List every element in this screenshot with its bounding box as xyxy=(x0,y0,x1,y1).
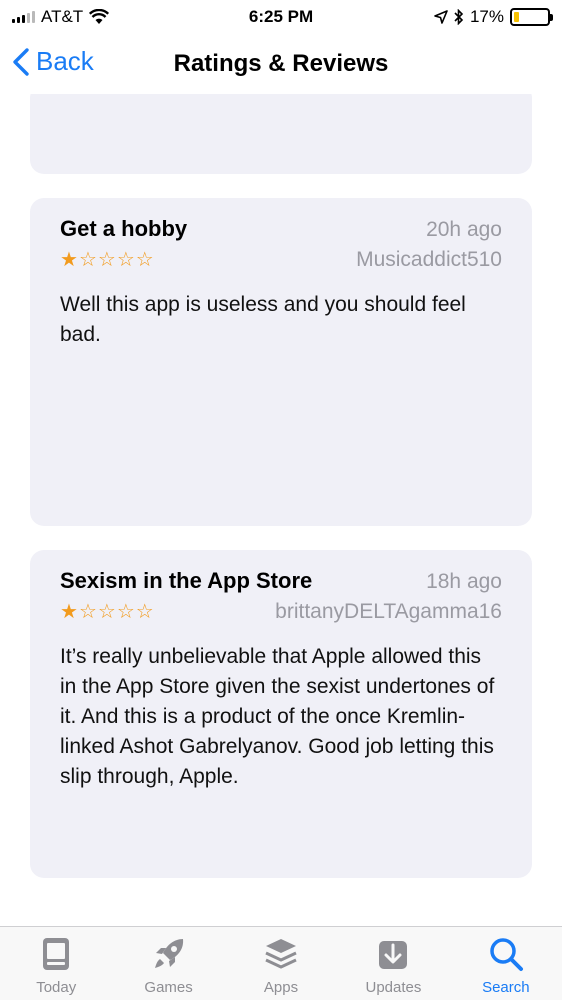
review-meta: ★ ☆ ☆ ☆ ☆ Musicaddict510 xyxy=(30,242,532,272)
signal-icon xyxy=(12,11,35,23)
star-empty-icon: ☆ xyxy=(135,249,154,271)
tab-label: Apps xyxy=(263,979,299,996)
status-right: 17% xyxy=(434,7,553,27)
tab-apps[interactable]: Apps xyxy=(225,927,337,1000)
review-header: Get a hobby 20h ago xyxy=(30,198,532,242)
tab-today[interactable]: Today xyxy=(0,927,112,1000)
review-date: 18h ago xyxy=(426,570,502,593)
review-title: Get a hobby xyxy=(60,216,188,241)
star-rating: ★ ☆ ☆ ☆ ☆ xyxy=(60,250,154,270)
star-empty-icon: ☆ xyxy=(135,601,154,623)
battery-percent: 17% xyxy=(469,7,504,26)
today-icon xyxy=(43,938,70,970)
back-label: Back xyxy=(36,46,94,76)
page-title: Ratings & Reviews xyxy=(173,50,389,77)
tab-label: Search xyxy=(482,979,530,996)
carrier-label: AT&T xyxy=(41,7,84,26)
status-left: AT&T xyxy=(12,7,110,27)
star-empty-icon: ☆ xyxy=(116,249,135,271)
tab-label: Today xyxy=(36,979,77,996)
review-meta: ★ ☆ ☆ ☆ ☆ brittanyDELTAgamma16 xyxy=(30,594,532,624)
review-title: Sexism in the App Store xyxy=(60,568,313,593)
tab-updates[interactable]: Updates xyxy=(337,927,449,1000)
reviews-list[interactable]: Get a hobby 20h ago ★ ☆ ☆ ☆ ☆ Musicaddict510… xyxy=(0,94,562,926)
status-bar: AT&T 6:25 PM 17% xyxy=(0,0,562,34)
nav-bar: Back Ratings & Reviews xyxy=(0,34,562,94)
battery-icon xyxy=(510,8,553,26)
review-body: It’s really unbelievable that Apple allo… xyxy=(60,645,495,788)
bluetooth-icon xyxy=(454,9,464,25)
download-icon xyxy=(379,941,408,969)
star-empty-icon: ☆ xyxy=(97,601,116,623)
star-empty-icon: ☆ xyxy=(78,601,97,623)
star-filled-icon: ★ xyxy=(60,601,78,623)
review-card[interactable]: Sexism in the App Store 18h ago ★ ☆ ☆ ☆ ☆ br… xyxy=(30,550,532,878)
location-arrow-icon xyxy=(434,10,448,24)
review-author: Musicaddict510 xyxy=(356,248,502,271)
review-body: Well this app is useless and you should … xyxy=(60,293,466,346)
back-button[interactable]: Back xyxy=(12,46,94,77)
chevron-left-icon xyxy=(13,47,29,76)
apps-stack-icon xyxy=(265,939,297,969)
star-rating: ★ ☆ ☆ ☆ ☆ xyxy=(60,602,154,622)
tab-label: Updates xyxy=(365,979,422,996)
review-author: brittanyDELTAgamma16 xyxy=(275,600,502,623)
tab-games[interactable]: Games xyxy=(112,927,224,1000)
rocket-icon xyxy=(154,939,183,968)
review-date: 20h ago xyxy=(426,218,502,241)
star-empty-icon: ☆ xyxy=(97,249,116,271)
battery-level xyxy=(514,12,520,22)
star-empty-icon: ☆ xyxy=(78,249,97,271)
star-filled-icon: ★ xyxy=(60,249,78,271)
tab-bar: Today Games Apps Updates Search xyxy=(0,926,562,1000)
review-header: Sexism in the App Store 18h ago xyxy=(30,550,532,594)
review-card[interactable]: Get a hobby 20h ago ★ ☆ ☆ ☆ ☆ Musicaddict510… xyxy=(30,198,532,526)
wifi-icon xyxy=(89,9,110,24)
search-icon xyxy=(490,938,523,971)
tab-search[interactable]: Search xyxy=(450,927,562,1000)
review-card-partial xyxy=(30,94,532,174)
star-empty-icon: ☆ xyxy=(116,601,135,623)
tab-label: Games xyxy=(144,979,193,996)
